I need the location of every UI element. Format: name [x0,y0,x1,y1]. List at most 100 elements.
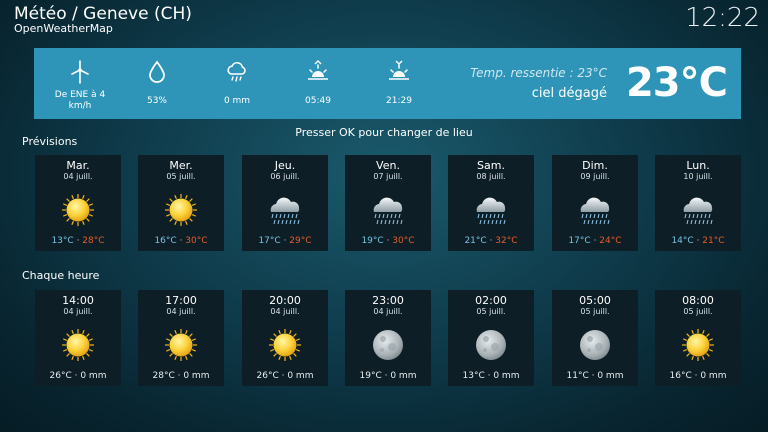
forecast-day-card[interactable]: Jeu. 06 juill. 17°C · 29°C [242,155,328,251]
rain-cloud-icon [270,197,300,225]
moon-icon [476,330,506,360]
feels-like: Temp. ressentie : 23°C [470,66,607,80]
forecast-day-name: Sam. [477,159,505,172]
sun-icon [269,329,301,361]
forecast-label: Prévisions [22,135,78,148]
current-temperature: 23°C [625,60,728,106]
forecast-date: 05 juill. [166,172,196,181]
hourly-card[interactable]: 20:00 04 juill. 26°C · 0 mm [242,290,328,386]
forecast-date: 07 juill. [373,172,403,181]
hourly-time: 05:00 [579,294,611,307]
forecast-date: 06 juill. [270,172,300,181]
rain-cloud-icon [580,197,610,225]
high-temp: 32°C [495,236,518,246]
forecast-temps: 17°C · 24°C [568,236,622,246]
forecast-date: 10 juill. [683,172,713,181]
hourly-summary: 13°C · 0 mm [462,371,520,381]
humidity-value: 53% [146,96,167,106]
forecast-day-card[interactable]: Mar. 04 juill. 13°C · 28°C [35,155,121,251]
rain-cloud-icon [476,197,506,225]
forecast-temps: 21°C · 32°C [464,236,518,246]
provider-label: OpenWeatherMap [14,22,113,35]
forecast-day-name: Mer. [169,159,193,172]
hourly-summary: 16°C · 0 mm [669,371,727,381]
forecast-temps: 16°C · 30°C [154,236,208,246]
sun-icon [165,194,197,226]
forecast-temps: 17°C · 29°C [258,236,312,246]
forecast-day-name: Mar. [66,159,90,172]
hourly-card[interactable]: 05:00 05 juill. 11°C · 0 mm [552,290,638,386]
moon-icon [373,330,403,360]
hourly-summary: 26°C · 0 mm [256,371,314,381]
sunset-icon [389,60,409,80]
forecast-day-card[interactable]: Ven. 07 juill. 19°C · 30°C [345,155,431,251]
condition: ciel dégagé [531,86,607,101]
wind-value: De ENE à 4 km/h [54,90,106,111]
low-temp: 13°C [51,236,74,246]
hourly-summary: 19°C · 0 mm [359,371,417,381]
change-location-hint: Presser OK pour changer de lieu [295,126,473,139]
forecast-day-name: Jeu. [274,159,296,172]
forecast-date: 08 juill. [476,172,506,181]
sun-icon [62,329,94,361]
precipitation-value: 0 mm [223,96,251,106]
hourly-card[interactable]: 02:00 05 juill. 13°C · 0 mm [448,290,534,386]
forecast-temps: 19°C · 30°C [361,236,415,246]
hourly-date: 04 juill. [166,307,196,316]
low-temp: 16°C [154,236,177,246]
hourly-time: 02:00 [475,294,507,307]
high-temp: 30°C [185,236,208,246]
forecast-day-card[interactable]: Lun. 10 juill. 14°C · 21°C [655,155,741,251]
sun-icon [165,329,197,361]
hourly-time: 08:00 [682,294,714,307]
low-temp: 14°C [671,236,694,246]
forecast-date: 04 juill. [63,172,93,181]
hourly-card[interactable]: 14:00 04 juill. 26°C · 0 mm [35,290,121,386]
forecast-day-name: Lun. [686,159,710,172]
hourly-card[interactable]: 17:00 04 juill. 28°C · 0 mm [138,290,224,386]
hourly-date: 05 juill. [683,307,713,316]
hourly-time: 17:00 [165,294,197,307]
low-temp: 17°C [258,236,281,246]
rain-cloud-icon [227,61,246,82]
moon-icon [580,330,610,360]
hourly-label: Chaque heure [22,269,100,282]
forecast-temps: 13°C · 28°C [51,236,105,246]
low-temp: 19°C [361,236,384,246]
rain-cloud-icon [373,197,403,225]
clock: 12:22 [685,3,760,33]
low-temp: 17°C [568,236,591,246]
forecast-day-name: Ven. [376,159,400,172]
page-title: Météo / Geneve (CH) [14,4,192,24]
forecast-day-name: Dim. [582,159,608,172]
low-temp: 21°C [464,236,487,246]
hourly-date: 04 juill. [373,307,403,316]
forecast-date: 09 juill. [580,172,610,181]
current-weather-panel: De ENE à 4 km/h 53% 0 mm 05:49 21:29 Tem… [34,48,741,119]
hourly-time: 20:00 [269,294,301,307]
hourly-summary: 11°C · 0 mm [566,371,624,381]
hourly-time: 14:00 [62,294,94,307]
hourly-summary: 28°C · 0 mm [152,371,210,381]
hourly-card[interactable]: 08:00 05 juill. 16°C · 0 mm [655,290,741,386]
hourly-date: 04 juill. [63,307,93,316]
hourly-summary: 26°C · 0 mm [49,371,107,381]
sunrise-icon [308,60,328,80]
forecast-temps: 14°C · 21°C [671,236,725,246]
high-temp: 29°C [289,236,312,246]
humidity-drop-icon [149,60,165,83]
hourly-date: 05 juill. [580,307,610,316]
sunrise-value: 05:49 [305,96,331,106]
forecast-day-card[interactable]: Mer. 05 juill. 16°C · 30°C [138,155,224,251]
high-temp: 21°C [702,236,725,246]
sun-icon [62,194,94,226]
forecast-day-card[interactable]: Sam. 08 juill. 21°C · 32°C [448,155,534,251]
hourly-time: 23:00 [372,294,404,307]
hourly-date: 04 juill. [270,307,300,316]
forecast-day-card[interactable]: Dim. 09 juill. 17°C · 24°C [552,155,638,251]
high-temp: 24°C [599,236,622,246]
wind-turbine-icon [71,60,89,84]
sunset-value: 21:29 [386,96,412,106]
hourly-card[interactable]: 23:00 04 juill. 19°C · 0 mm [345,290,431,386]
high-temp: 30°C [392,236,415,246]
